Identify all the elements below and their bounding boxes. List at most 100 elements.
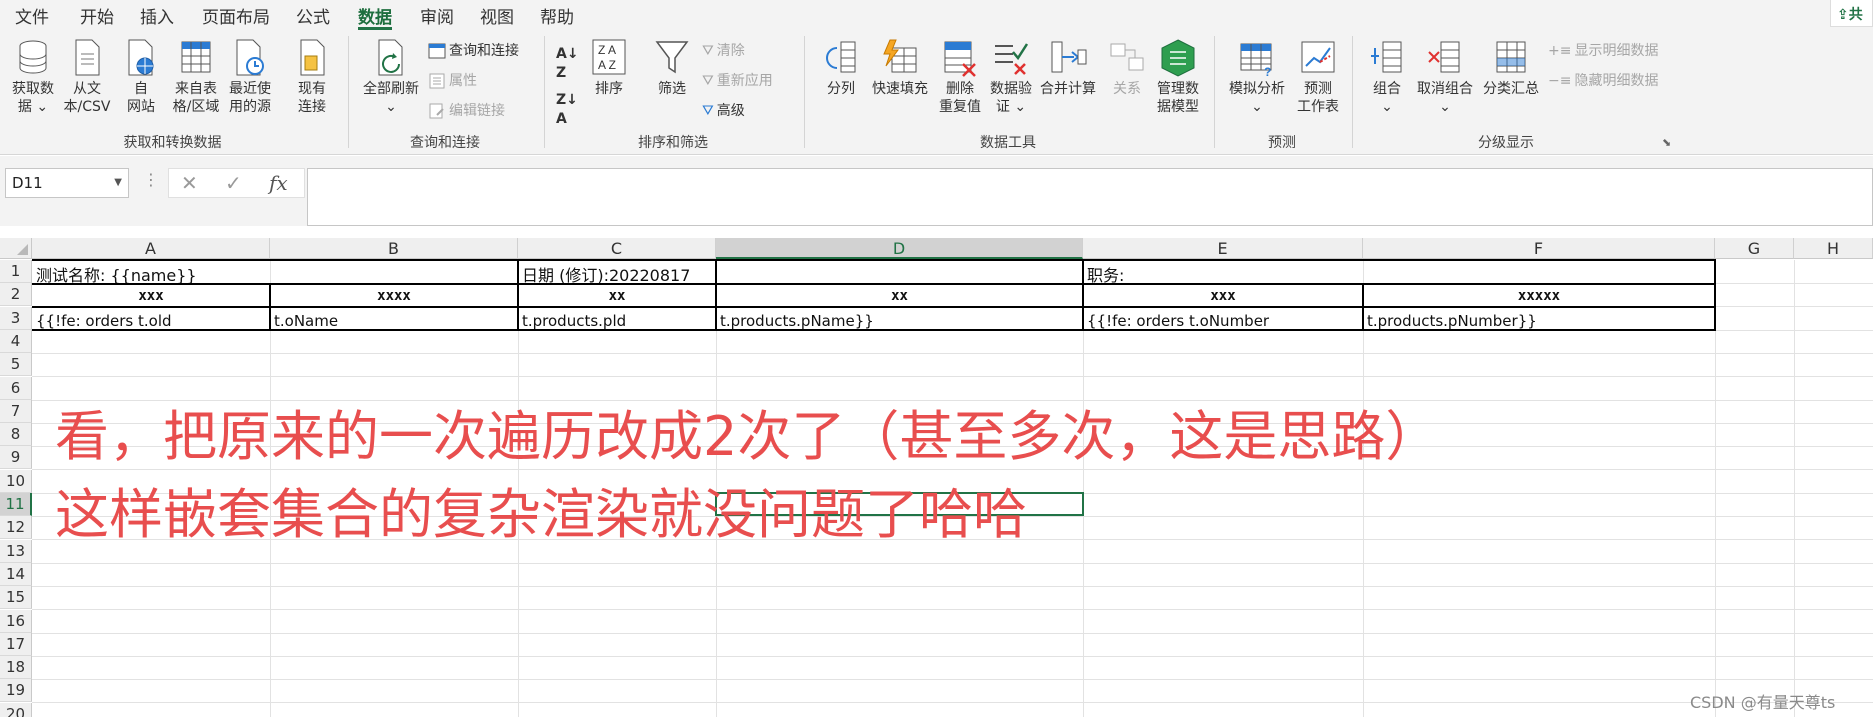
menu-insert[interactable]: 插入: [140, 3, 174, 28]
column-header-a[interactable]: A: [32, 238, 270, 259]
row-header-20[interactable]: 20: [0, 703, 32, 717]
text-to-columns-button[interactable]: 分列: [818, 38, 864, 98]
cell-d3[interactable]: t.products.pName}}: [717, 312, 874, 330]
cell-e2[interactable]: xxx: [1083, 288, 1363, 304]
chevron-down-icon: ⌄: [1251, 99, 1263, 115]
enter-icon[interactable]: ✓: [225, 171, 242, 195]
get-data-button[interactable]: 获取数 据 ⌄: [8, 38, 58, 116]
queries-connections-button[interactable]: 查询和连接: [428, 42, 519, 60]
consolidate-button[interactable]: 合并计算: [1036, 38, 1100, 98]
more-options-icon[interactable]: ⋮: [143, 170, 159, 189]
row-header-18[interactable]: 18: [0, 656, 32, 679]
group-label-get-transform: 获取和转换数据: [123, 135, 222, 151]
row-header-9[interactable]: 9: [0, 446, 32, 469]
filter-button[interactable]: 筛选: [650, 38, 694, 98]
manage-data-model-button[interactable]: 管理数 据模型: [1150, 38, 1206, 116]
menu-file[interactable]: 文件: [15, 3, 49, 28]
row-header-3[interactable]: 3: [0, 307, 32, 330]
share-button[interactable]: ⇪共: [1830, 0, 1873, 27]
relationships-button[interactable]: 关系: [1106, 38, 1148, 98]
menu-data[interactable]: 数据: [358, 3, 392, 28]
forecast-sheet-button[interactable]: 预测 工作表: [1292, 38, 1344, 116]
row-header-13[interactable]: 13: [0, 540, 32, 563]
show-detail-button[interactable]: +≡ 显示明细数据: [1548, 42, 1658, 60]
cell-a2[interactable]: xxx: [32, 288, 270, 304]
cancel-icon[interactable]: ✕: [181, 171, 198, 195]
menu-page-layout[interactable]: 页面布局: [202, 3, 270, 28]
existing-connections-button[interactable]: 现有 连接: [290, 38, 334, 116]
row-header-10[interactable]: 10: [0, 470, 32, 493]
gridline-horizontal: [32, 563, 1873, 564]
cell-f2[interactable]: xxxxx: [1363, 288, 1715, 304]
watermark: CSDN @有量天尊ts: [1690, 693, 1836, 712]
cell-c3[interactable]: t.products.pld: [519, 312, 626, 330]
row-header-17[interactable]: 17: [0, 633, 32, 656]
cell-e3[interactable]: {{!fe: orders t.oNumber: [1084, 312, 1269, 330]
group-button[interactable]: 组合 ⌄: [1364, 38, 1410, 116]
menu-home[interactable]: 开始: [80, 3, 114, 28]
ungroup-button[interactable]: 取消组合 ⌄: [1412, 38, 1478, 116]
cell-b3[interactable]: t.oName: [271, 312, 338, 330]
column-header-e[interactable]: E: [1083, 238, 1363, 259]
sort-descending-button[interactable]: Z↓ A: [556, 90, 578, 128]
edit-links-button[interactable]: 编辑链接: [428, 102, 505, 120]
subtotal-icon: [1496, 41, 1526, 73]
insert-function-icon[interactable]: fx: [269, 171, 288, 195]
refresh-all-button[interactable]: 全部刷新 ⌄: [358, 38, 424, 116]
column-header-d[interactable]: D: [716, 238, 1083, 259]
cell-b2[interactable]: xxxx: [270, 288, 518, 304]
select-all-corner[interactable]: [0, 238, 32, 259]
row-header-6[interactable]: 6: [0, 377, 32, 400]
menu-formulas[interactable]: 公式: [296, 3, 330, 28]
formula-input[interactable]: [307, 168, 1873, 226]
row-header-15[interactable]: 15: [0, 586, 32, 609]
select-all-icon: [17, 244, 28, 255]
flash-fill-button[interactable]: 快速填充: [868, 38, 932, 98]
recent-sources-button[interactable]: 最近使 用的源: [224, 38, 276, 116]
cell-d2[interactable]: xx: [716, 288, 1083, 304]
cell-f3[interactable]: t.products.pNumber}}: [1364, 312, 1537, 330]
row-header-7[interactable]: 7: [0, 400, 32, 423]
subtotal-button[interactable]: 分类汇总: [1478, 38, 1544, 98]
annotation-line-1: 看，把原来的一次遍历改成2次了（甚至多次，这是思路）: [55, 405, 1440, 468]
sort-ascending-button[interactable]: A↓ Z: [556, 44, 579, 82]
what-if-analysis-button[interactable]: ? 模拟分析 ⌄: [1224, 38, 1290, 116]
row-header-11[interactable]: 11: [0, 493, 32, 516]
menu-help[interactable]: 帮助: [540, 3, 574, 28]
from-text-csv-button[interactable]: 从文 本/CSV: [62, 38, 112, 116]
column-header-c[interactable]: C: [518, 238, 716, 259]
column-header-h[interactable]: H: [1794, 238, 1873, 259]
row-header-16[interactable]: 16: [0, 610, 32, 633]
from-web-button[interactable]: 自 网站: [118, 38, 164, 116]
remove-duplicates-button[interactable]: 删除 重复值: [934, 38, 986, 116]
sort-button[interactable]: Z A A Z 排序: [588, 38, 630, 98]
menu-review[interactable]: 审阅: [420, 3, 454, 28]
clear-filter-button[interactable]: ⛛ 清除: [702, 42, 745, 60]
column-header-b[interactable]: B: [270, 238, 518, 259]
reapply-filter-button[interactable]: ⛛ 重新应用: [702, 72, 773, 90]
menu-view[interactable]: 视图: [480, 3, 514, 28]
name-box[interactable]: D11 ▼: [5, 168, 129, 198]
row-header-8[interactable]: 8: [0, 423, 32, 446]
row-header-19[interactable]: 19: [0, 679, 32, 702]
show-detail-icon: +≡: [1548, 43, 1572, 59]
from-table-range-button[interactable]: 来自表 格/区域: [170, 38, 222, 116]
row-header-12[interactable]: 12: [0, 516, 32, 539]
dialog-launcher-icon[interactable]: ⬊: [1662, 136, 1671, 149]
cell-c2[interactable]: xx: [518, 288, 716, 304]
advanced-filter-button[interactable]: ⛛ 高级: [702, 102, 745, 120]
row-header-14[interactable]: 14: [0, 563, 32, 586]
hide-detail-button[interactable]: −≡ 隐藏明细数据: [1548, 72, 1658, 90]
row-header-5[interactable]: 5: [0, 353, 32, 376]
cell-a3[interactable]: {{!fe: orders t.old: [33, 312, 172, 330]
properties-button[interactable]: 属性: [428, 72, 477, 90]
row-header-1[interactable]: 1: [0, 260, 32, 283]
row-header-2[interactable]: 2: [0, 283, 32, 306]
column-header-g[interactable]: G: [1715, 238, 1794, 259]
row-header-4[interactable]: 4: [0, 330, 32, 353]
group-label-outline: 分级显示: [1478, 135, 1534, 151]
chevron-down-icon[interactable]: ▼: [114, 177, 122, 188]
web-page-icon: [128, 39, 154, 76]
column-header-f[interactable]: F: [1363, 238, 1715, 259]
data-validation-button[interactable]: 数据验 证 ⌄: [986, 38, 1036, 116]
